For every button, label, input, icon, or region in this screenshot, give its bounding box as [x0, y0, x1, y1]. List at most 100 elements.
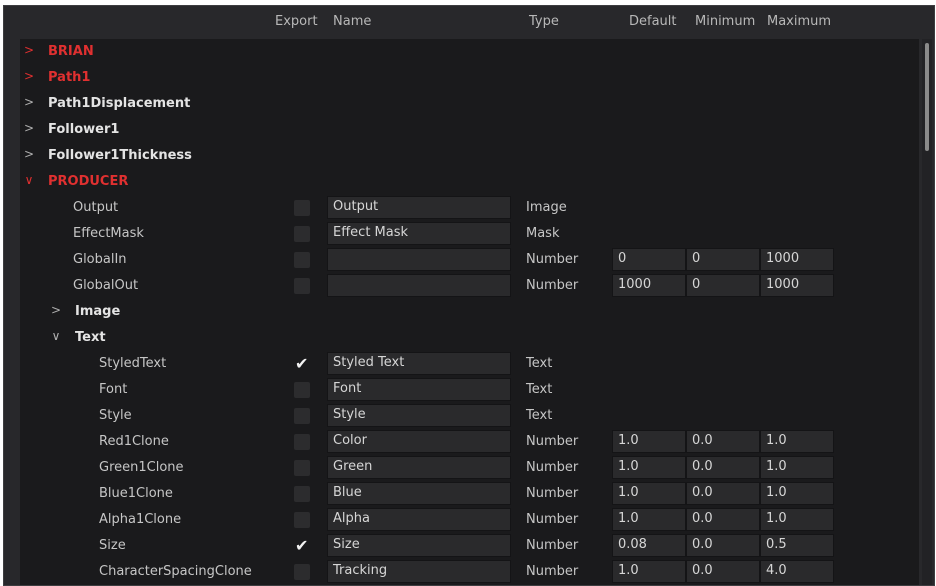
minimum-field[interactable]: 0.0 — [686, 482, 760, 505]
param-row[interactable]: Red1Clone Color Number 1.0 0.0 1.0 — [20, 429, 919, 455]
group-row[interactable]: > Image — [20, 299, 919, 325]
default-field[interactable]: 1.0 — [612, 560, 686, 583]
maximum-field[interactable]: 0.5 — [760, 534, 834, 557]
export-checkbox[interactable] — [294, 486, 310, 502]
name-field[interactable] — [327, 248, 511, 271]
default-column-header: Default — [629, 14, 677, 29]
export-checkbox[interactable] — [294, 460, 310, 476]
type-label: Mask — [526, 226, 560, 241]
param-row[interactable]: Blue1Clone Blue Number 1.0 0.0 1.0 — [20, 481, 919, 507]
maximum-field[interactable]: 1.0 — [760, 430, 834, 453]
group-row[interactable]: > Follower1 — [20, 117, 919, 143]
maximum-field[interactable]: 1000 — [760, 248, 834, 271]
type-label: Text — [526, 356, 553, 371]
name-field[interactable]: Font — [327, 378, 511, 401]
default-field[interactable]: 1.0 — [612, 456, 686, 479]
name-field[interactable]: Blue — [327, 482, 511, 505]
minimum-field[interactable]: 0.0 — [686, 560, 760, 583]
maximum-column-header: Maximum — [767, 14, 832, 29]
param-row[interactable]: Size ✔ Size Number 0.08 0.0 0.5 — [20, 533, 919, 559]
type-label: Number — [526, 434, 579, 449]
default-field[interactable]: 1.0 — [612, 508, 686, 531]
chevron-right-icon[interactable]: > — [24, 95, 34, 109]
type-label: Number — [526, 460, 579, 475]
param-row[interactable]: Green1Clone Green Number 1.0 0.0 1.0 — [20, 455, 919, 481]
group-label: Follower1Thickness — [48, 148, 192, 163]
name-field[interactable]: Size — [327, 534, 511, 557]
chevron-right-icon[interactable]: > — [24, 43, 34, 57]
group-row[interactable]: > Path1 — [20, 65, 919, 91]
default-field[interactable]: 1000 — [612, 274, 686, 297]
maximum-field[interactable]: 1000 — [760, 274, 834, 297]
group-row[interactable]: ∨ Text — [20, 325, 919, 351]
export-checkbox[interactable] — [294, 200, 310, 216]
maximum-field[interactable]: 1.0 — [760, 508, 834, 531]
group-label: Path1Displacement — [48, 96, 191, 111]
param-row[interactable]: StyledText ✔ Styled Text Text — [20, 351, 919, 377]
export-checkbox[interactable]: ✔ — [294, 536, 310, 555]
export-checkbox[interactable]: ✔ — [294, 354, 310, 373]
group-row[interactable]: ∨ PRODUCER — [20, 169, 919, 195]
param-label: EffectMask — [73, 226, 144, 241]
maximum-field[interactable]: 4.0 — [760, 560, 834, 583]
param-row[interactable]: GlobalOut Number 1000 0 1000 — [20, 273, 919, 299]
minimum-field[interactable]: 0 — [686, 274, 760, 297]
param-label: Style — [99, 408, 132, 423]
param-row[interactable]: EffectMask Effect Mask Mask — [20, 221, 919, 247]
minimum-field[interactable]: 0.0 — [686, 534, 760, 557]
name-field[interactable]: Green — [327, 456, 511, 479]
chevron-right-icon[interactable]: > — [24, 147, 34, 161]
name-field[interactable] — [327, 274, 511, 297]
maximum-field[interactable]: 1.0 — [760, 482, 834, 505]
minimum-field[interactable]: 0 — [686, 248, 760, 271]
export-checkbox[interactable] — [294, 434, 310, 450]
vertical-scrollbar[interactable] — [922, 39, 932, 585]
scrollbar-thumb[interactable] — [925, 43, 929, 151]
export-column-header: Export — [275, 14, 318, 29]
chevron-down-icon[interactable]: ∨ — [51, 329, 61, 343]
name-field[interactable]: Effect Mask — [327, 222, 511, 245]
default-field[interactable]: 0 — [612, 248, 686, 271]
minimum-field[interactable]: 0.0 — [686, 508, 760, 531]
name-field[interactable]: Output — [327, 196, 511, 219]
type-label: Number — [526, 564, 579, 579]
export-checkbox[interactable] — [294, 226, 310, 242]
name-field[interactable]: Alpha — [327, 508, 511, 531]
type-label: Text — [526, 408, 553, 423]
param-label: StyledText — [99, 356, 167, 371]
name-field[interactable]: Color — [327, 430, 511, 453]
param-row[interactable]: CharacterSpacingClone Tracking Number 1.0 0.… — [20, 559, 919, 585]
param-row[interactable]: GlobalIn Number 0 0 1000 — [20, 247, 919, 273]
group-row[interactable]: > Path1Displacement — [20, 91, 919, 117]
export-checkbox[interactable] — [294, 564, 310, 580]
chevron-right-icon[interactable]: > — [24, 69, 34, 83]
export-checkbox[interactable] — [294, 278, 310, 294]
minimum-field[interactable]: 0.0 — [686, 430, 760, 453]
minimum-field[interactable]: 0.0 — [686, 456, 760, 479]
type-label: Number — [526, 512, 579, 527]
param-label: CharacterSpacingClone — [99, 564, 252, 579]
group-row[interactable]: > BRIAN — [20, 39, 919, 65]
chevron-right-icon[interactable]: > — [51, 303, 61, 317]
default-field[interactable]: 1.0 — [612, 482, 686, 505]
name-field[interactable]: Style — [327, 404, 511, 427]
maximum-field[interactable]: 1.0 — [760, 456, 834, 479]
param-row[interactable]: Style Style Text — [20, 403, 919, 429]
export-checkbox[interactable] — [294, 252, 310, 268]
param-row[interactable]: Alpha1Clone Alpha Number 1.0 0.0 1.0 — [20, 507, 919, 533]
name-field[interactable]: Tracking — [327, 560, 511, 583]
group-row[interactable]: > Follower1Thickness — [20, 143, 919, 169]
default-field[interactable]: 0.08 — [612, 534, 686, 557]
chevron-right-icon[interactable]: > — [24, 121, 34, 135]
export-checkbox[interactable] — [294, 382, 310, 398]
group-label: Text — [75, 330, 106, 345]
export-checkbox[interactable] — [294, 512, 310, 528]
param-label: GlobalIn — [73, 252, 127, 267]
export-checkbox[interactable] — [294, 408, 310, 424]
default-field[interactable]: 1.0 — [612, 430, 686, 453]
param-row[interactable]: Font Font Text — [20, 377, 919, 403]
param-row[interactable]: Output Output Image — [20, 195, 919, 221]
name-field[interactable]: Styled Text — [327, 352, 511, 375]
chevron-down-icon[interactable]: ∨ — [24, 173, 34, 187]
parameter-tree[interactable]: > BRIAN > Path1 > Path1Displacement > Follower1… — [20, 39, 919, 585]
